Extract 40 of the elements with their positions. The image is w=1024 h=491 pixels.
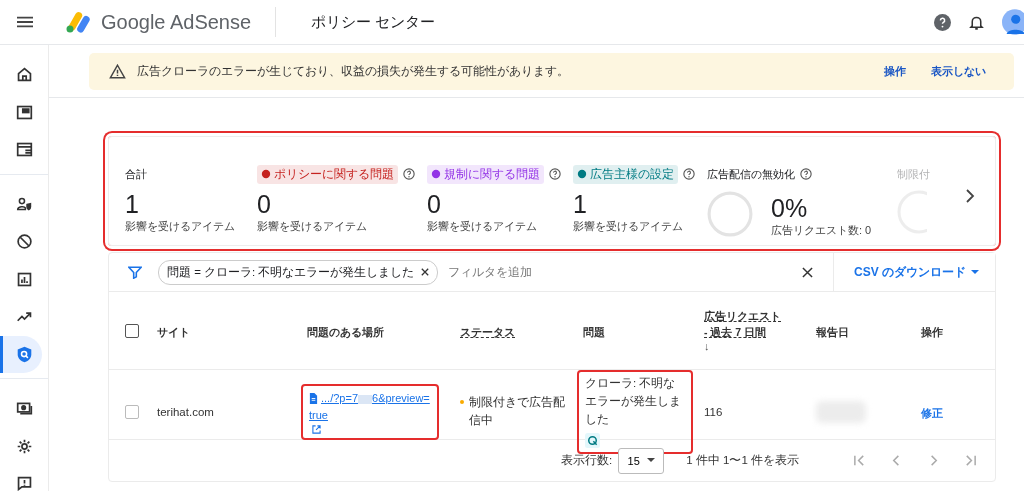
stat-value: 0% — [771, 193, 809, 223]
location-link[interactable]: .../?p=7 6&preview=true — [309, 390, 431, 424]
stat-caption: 影響を受けるアイテム — [427, 219, 538, 234]
download-button[interactable]: CSV のダウンロード — [833, 253, 995, 291]
stat-value: 1 — [573, 189, 588, 219]
sort-indicator[interactable]: ↓ — [704, 340, 816, 353]
filter-chip[interactable]: 問題 = クローラ: 不明なエラーが発生しました — [158, 259, 438, 285]
stat-caption: 影響を受けるアイテム — [573, 219, 684, 234]
column-header[interactable]: 報告日 — [816, 325, 849, 338]
range-text: 1 件中 1〜1 件を表示 — [686, 453, 799, 468]
stat-label: 制限付 — [897, 166, 930, 182]
stat-value: 0 — [257, 189, 272, 219]
product-name: Google AdSense — [101, 10, 252, 34]
column-header[interactable]: 広告リクエスト - 過去 7 日間 — [704, 308, 784, 341]
stat-caption: 影響を受けるアイテム — [125, 219, 236, 234]
stat-caption: 影響を受けるアイテム — [257, 219, 368, 234]
category-tag: ポリシーに関する問題 — [257, 164, 398, 184]
banner-link[interactable]: 表示しない — [931, 64, 986, 79]
stat-label: 広告配信の無効化 — [707, 166, 795, 182]
category-tag: 広告主様の設定 — [573, 164, 678, 184]
banner-message: 広告クローラのエラーが生じており、収益の損失が発生する可能性があります。 — [137, 64, 569, 79]
column-header[interactable]: 問題のある場所 — [307, 325, 384, 338]
rows-label: 表示行数: — [561, 453, 613, 468]
issue-text: クローラ: 不明なエラーが発生しました — [585, 376, 682, 427]
fix-link[interactable]: 修正 — [921, 407, 943, 420]
column-header[interactable]: 問題 — [583, 325, 605, 338]
category-tag: 規制に関する問題 — [427, 164, 544, 184]
column-header[interactable]: 操作 — [921, 325, 943, 338]
page-title: ポリシー センター — [311, 12, 436, 32]
requests-cell: 116 — [704, 406, 723, 419]
status-cell-text: 制限付きで広告配信中 — [469, 395, 566, 429]
stat-value: 1 — [125, 189, 140, 219]
stat-caption: 広告リクエスト数: 0 — [771, 223, 872, 238]
stat-label: 合計 — [125, 166, 147, 182]
column-header[interactable]: ステータス — [460, 325, 515, 338]
banner-link[interactable]: 操作 — [884, 64, 906, 79]
stat-value: 0 — [427, 189, 442, 219]
site-cell: terihat.com — [157, 406, 214, 419]
column-header[interactable]: サイト — [157, 325, 190, 338]
rows-dropdown[interactable]: 15 — [618, 447, 665, 474]
